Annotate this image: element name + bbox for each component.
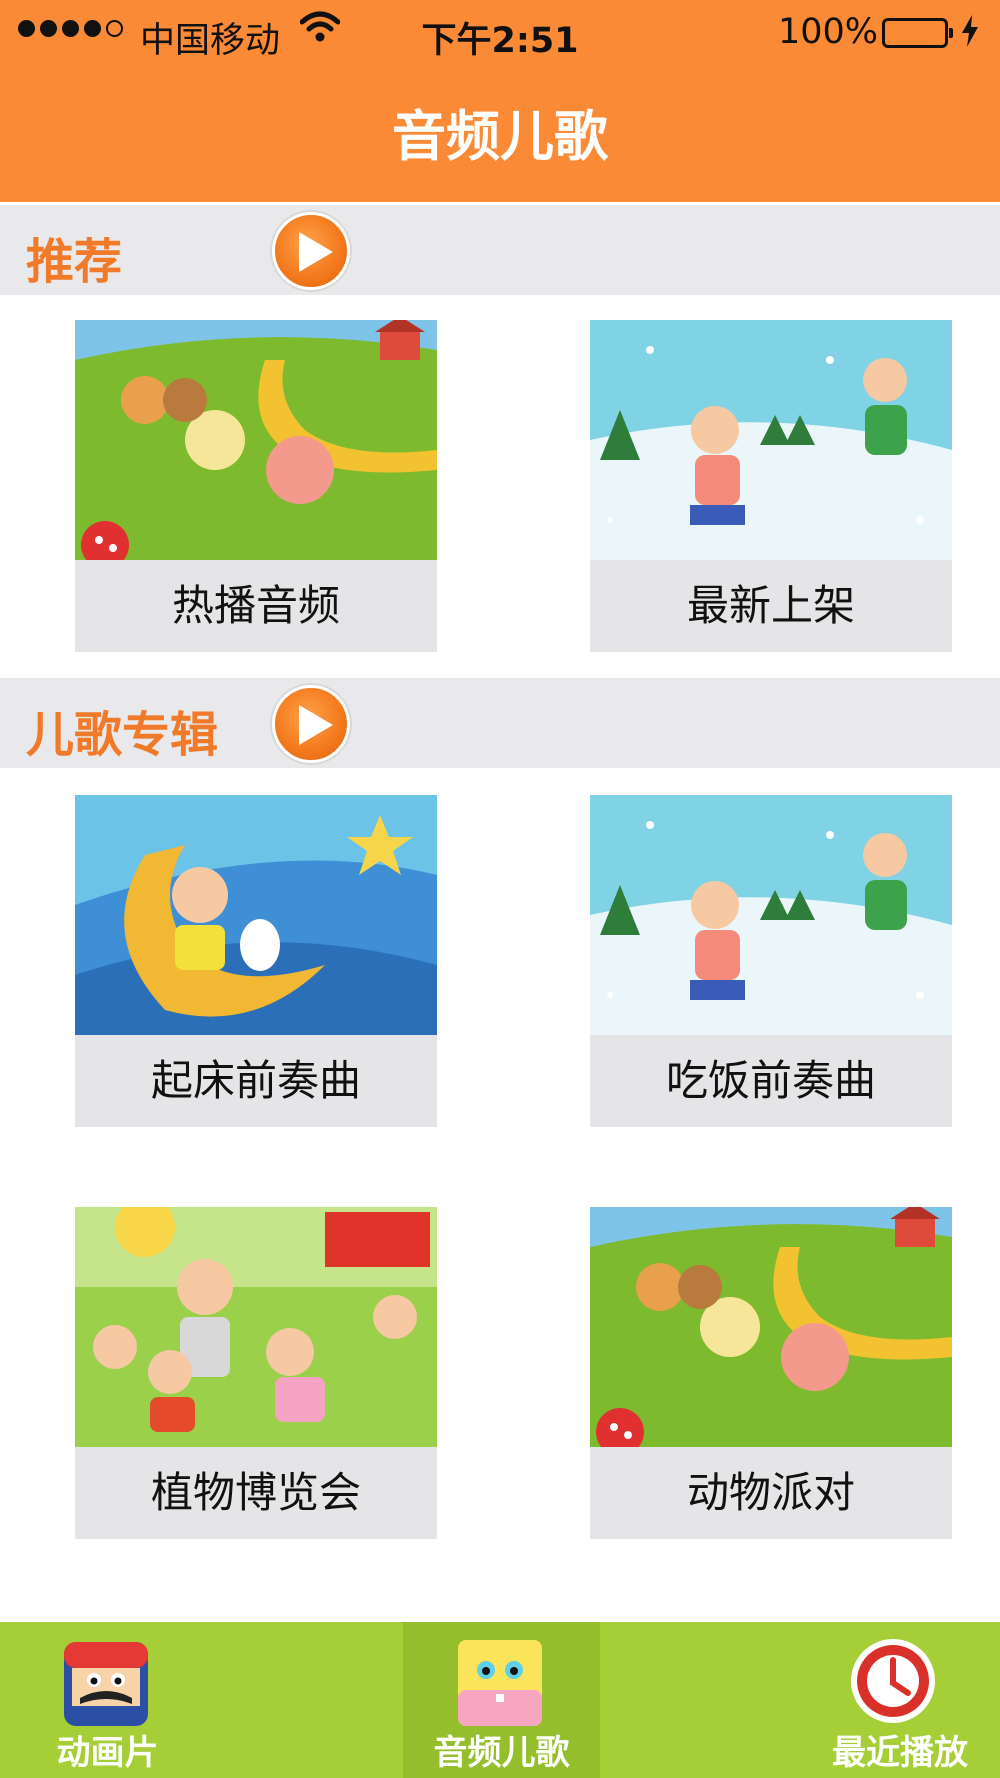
- tab-audio-songs[interactable]: 音频儿歌: [403, 1622, 600, 1778]
- page-title: 音频儿歌: [392, 105, 608, 168]
- album-title: 热播音频: [171, 581, 340, 630]
- tab-cartoons[interactable]: 动画片: [0, 1622, 215, 1778]
- doll-face-icon: [456, 1638, 544, 1732]
- album-card[interactable]: 热播音频: [75, 320, 437, 652]
- play-icon[interactable]: [272, 212, 350, 290]
- album-cover-image: [590, 1207, 952, 1447]
- album-card[interactable]: 起床前奏曲: [75, 795, 437, 1127]
- tab-label: 最近播放: [832, 1733, 968, 1773]
- battery-icon: [882, 18, 953, 48]
- tab-label: 动画片: [56, 1733, 159, 1773]
- section-title: 儿歌专辑: [26, 707, 219, 763]
- album-card[interactable]: 植物博览会: [75, 1207, 437, 1539]
- album-card[interactable]: 吃饭前奏曲: [590, 795, 952, 1127]
- album-card[interactable]: 最新上架: [590, 320, 952, 652]
- play-icon[interactable]: [272, 685, 350, 763]
- album-title: 起床前奏曲: [150, 1056, 361, 1105]
- top-bar: 中国移动 下午2:51 100% 音频儿歌: [0, 0, 1000, 202]
- album-card[interactable]: 动物派对: [590, 1207, 952, 1539]
- tab-bar: 动画片 音频儿歌 最近播放: [0, 1622, 1000, 1778]
- album-cover-image: [590, 320, 952, 560]
- section-header-albums: 儿歌专辑: [0, 678, 1000, 768]
- album-cover-image: [75, 320, 437, 560]
- mario-face-icon: [62, 1640, 150, 1732]
- album-title: 最新上架: [686, 581, 855, 630]
- album-title: 动物派对: [686, 1468, 855, 1517]
- tab-label: 音频儿歌: [433, 1733, 570, 1773]
- album-title: 吃饭前奏曲: [665, 1056, 876, 1105]
- album-cover-image: [75, 1207, 437, 1447]
- battery-percent: 100%: [778, 12, 879, 52]
- album-title: 植物博览会: [150, 1468, 361, 1517]
- status-bar: 中国移动 下午2:51 100%: [0, 0, 1000, 70]
- charging-bolt-icon: [960, 14, 980, 57]
- section-header-recommend: 推荐: [0, 205, 1000, 295]
- album-cover-image: [590, 795, 952, 1035]
- album-cover-image: [75, 795, 437, 1035]
- clock-icon: [848, 1636, 938, 1730]
- section-title: 推荐: [26, 234, 123, 290]
- tab-recent[interactable]: 最近播放: [800, 1622, 1000, 1778]
